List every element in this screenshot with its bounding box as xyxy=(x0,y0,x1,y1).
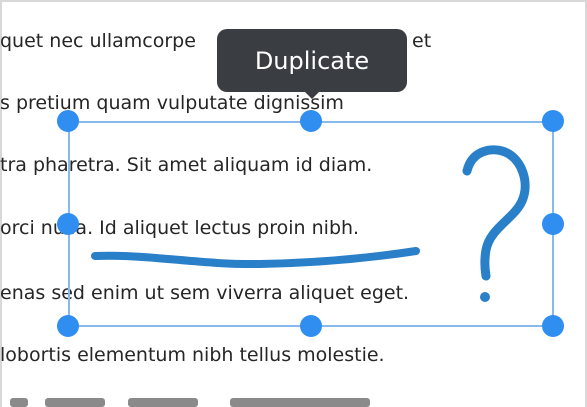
resize-handle-top-left[interactable] xyxy=(57,110,79,132)
canvas-frame-top xyxy=(0,0,587,2)
text-line-6[interactable]: lobortis elementum nibh tellus molestie. xyxy=(0,343,385,367)
text-line-2[interactable]: s pretium quam vulputate dignissim xyxy=(0,91,344,115)
text-line-7-fragment xyxy=(128,398,198,407)
text-line-1[interactable]: quet nec ullamcorpe xyxy=(0,29,196,53)
selection-box[interactable] xyxy=(68,121,554,327)
resize-handle-middle-right[interactable] xyxy=(542,213,564,235)
duplicate-button[interactable]: Duplicate xyxy=(217,29,407,92)
text-line-7-fragment xyxy=(10,398,28,407)
tooltip-arrow xyxy=(303,90,321,99)
resize-handle-bottom-left[interactable] xyxy=(57,315,79,337)
text-line-7-fragment xyxy=(45,398,105,407)
text-line-1-tail[interactable]: et xyxy=(412,29,431,53)
text-line-7-fragment xyxy=(230,398,370,407)
resize-handle-middle-left[interactable] xyxy=(57,213,79,235)
resize-handle-top-center[interactable] xyxy=(300,110,322,132)
duplicate-button-label: Duplicate xyxy=(254,46,370,75)
resize-handle-bottom-center[interactable] xyxy=(300,315,322,337)
resize-handle-bottom-right[interactable] xyxy=(542,315,564,337)
resize-handle-top-right[interactable] xyxy=(542,110,564,132)
document-canvas[interactable]: quet nec ullamcorpe et s pretium quam vu… xyxy=(0,0,587,407)
